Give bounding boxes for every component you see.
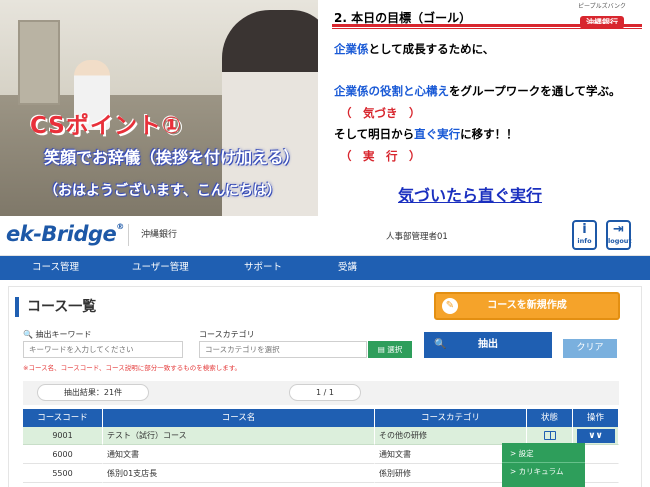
action-menu-button[interactable]: ∨∨ [576,429,615,443]
category-select-button[interactable]: ▤ 選択 [368,341,412,358]
select-button-label: 選択 [387,345,403,354]
menu-item-curriculum[interactable]: > カリキュラム [510,466,563,477]
info-icon[interactable]: i info [572,220,597,250]
nav-user-management[interactable]: ユーザー管理 [132,256,189,280]
slide-line-1: 企業係として成長するために、 [334,41,494,57]
menu-divider [502,462,585,463]
cell-name: テスト（試行）コース [103,427,375,445]
cell-name: 通知文書 [103,446,375,464]
door-arrow-icon: ⇥ [613,222,624,237]
bank-logo: ピープルズバンク 沖縄銀行 [562,3,642,29]
search-note: ※コース名、コースコード、コース説明に部分一致するものを検索します。 [23,364,242,372]
search-icon: 🔍 [434,339,447,350]
nav-support[interactable]: サポート [244,256,282,280]
slide-line-3: （ 気づき ） [340,106,421,120]
search-button[interactable]: 🔍 抽出 [424,332,552,358]
info-glyph-icon: i [582,222,587,237]
column-header-code[interactable]: コースコード [23,409,103,427]
main-nav: コース管理 ユーザー管理 サポート 受講 [0,256,650,280]
cell-code: 9001 [23,427,103,445]
video-door [18,20,60,105]
slide-line-1-text: として成長するために、 [368,42,495,56]
keyword-input[interactable] [23,341,183,358]
logo-text: ek-Bridge [6,222,117,246]
nav-course-management[interactable]: コース管理 [32,256,79,280]
slide-tagline: 気づいたら直ぐ実行 [398,186,543,205]
slide-title-rule-thin [332,28,642,29]
result-count: 抽出結果：21件 [37,384,149,401]
ek-bridge-logo[interactable]: ek-Bridge® [6,222,124,246]
slide-line-4: そして明日から直ぐ実行に移す！！ [334,126,518,142]
keyword-label-text: 抽出キーワード [35,330,92,339]
slide-line-2-text: をグループワークを通して学ぶ。 [449,84,621,98]
column-header-action: 操作 [573,409,619,427]
pager-bar: 抽出結果：21件 1 / 1 [23,381,619,405]
column-header-category[interactable]: コースカテゴリ [375,409,527,427]
video-caption-line2: （おはようございます、こんにちは） [44,183,281,199]
create-course-button[interactable]: ✎ コースを新規作成 [434,292,620,320]
create-course-label: コースを新規作成 [487,300,567,311]
book-icon [543,431,556,440]
current-user: 人事部管理者01 [386,232,448,242]
pagination[interactable]: 1 / 1 [289,384,361,401]
video-caption-line1: 笑顔でお辞儀（挨拶を付け加える） [44,148,300,167]
category-input[interactable] [199,341,367,358]
slide-line-2-highlight: 企業係の役割と心構え [334,84,449,98]
pencil-icon: ✎ [442,298,458,314]
slide-line-5: （ 実 行 ） [340,149,421,163]
action-dropdown-menu: > 設定 > カリキュラム [502,443,585,487]
category-label: コースカテゴリ [199,330,255,339]
organization-name: 沖縄銀行 [128,224,177,246]
cell-code: 6000 [23,446,103,464]
menu-item-settings[interactable]: > 設定 [510,448,534,459]
column-header-name[interactable]: コース名 [103,409,375,427]
logout-icon[interactable]: ⇥ logout [606,220,632,250]
logout-label: logout [608,237,632,245]
page-title: コース一覧 [15,297,96,317]
slide-line-4-highlight: 直ぐ実行 [414,127,461,141]
clear-button[interactable]: クリア [563,339,617,358]
slide-line-4-text-b: に移す！！ [460,127,518,141]
table-header-row: コースコード コース名 コースカテゴリ 状態 操作 [23,409,619,427]
keyword-label: 🔍 抽出キーワード [23,330,92,339]
column-header-status: 状態 [527,409,573,427]
video-frame: CSポイント① 笑顔でお辞儀（挨拶を付け加える） （おはようございます、こんにち… [0,0,318,216]
info-label: info [577,237,592,245]
slide-line-2: 企業係の役割と心構えをグループワークを通して学ぶ。 [334,83,620,99]
nav-attend[interactable]: 受講 [338,256,357,280]
app-header: ek-Bridge® 沖縄銀行 人事部管理者01 i info ⇥ logout [0,216,650,256]
slide-title-rule [332,24,642,27]
logo-trademark: ® [116,222,124,231]
video-caption-title: CSポイント① [30,113,183,139]
cell-name: 係別01支店長 [103,465,375,483]
slide-panel: 2. 本日の目標（ゴール） ピープルズバンク 沖縄銀行 企業係として成長するため… [318,0,650,216]
cell-code: 5500 [23,465,103,483]
bank-logo-sub: ピープルズバンク [578,3,626,10]
slide-line-4-text-a: そして明日から [334,127,415,141]
search-button-label: 抽出 [478,339,498,350]
slide-line-1-highlight: 企業係 [334,42,369,56]
